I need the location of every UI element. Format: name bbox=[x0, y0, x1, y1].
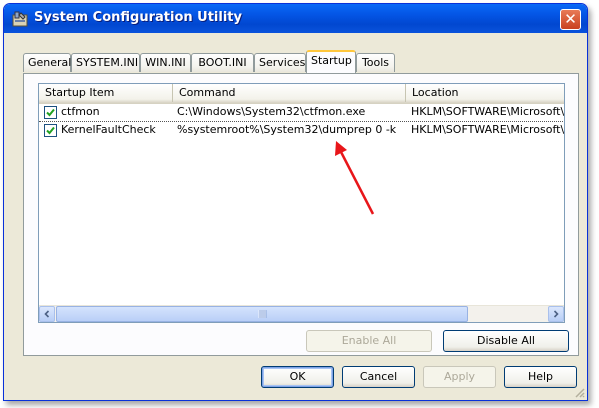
help-button[interactable]: Help bbox=[504, 366, 577, 388]
tab-services[interactable]: Services bbox=[254, 53, 306, 72]
tab-startup[interactable]: Startup bbox=[306, 50, 356, 73]
tab-system-ini[interactable]: SYSTEM.INI bbox=[71, 53, 140, 72]
title-bar[interactable]: System Configuration Utility ✕ bbox=[4, 4, 587, 33]
scroll-left-button[interactable] bbox=[39, 306, 55, 322]
window-title: System Configuration Utility bbox=[34, 10, 242, 25]
horizontal-scrollbar[interactable] bbox=[39, 305, 564, 322]
ok-button[interactable]: OK bbox=[261, 366, 334, 388]
scroll-right-button[interactable] bbox=[548, 306, 564, 322]
tab-tools[interactable]: Tools bbox=[356, 53, 395, 72]
tab-win-ini[interactable]: WIN.INI bbox=[140, 53, 191, 72]
arrow-left-icon bbox=[44, 310, 50, 318]
grip-icon bbox=[258, 310, 267, 318]
system-configuration-window: System Configuration Utility ✕ General S… bbox=[3, 3, 588, 401]
cancel-button[interactable]: Cancel bbox=[342, 366, 415, 388]
enable-all-button[interactable]: Enable All bbox=[306, 330, 432, 352]
resize-grip-icon[interactable] bbox=[573, 386, 585, 398]
disable-all-button[interactable]: Disable All bbox=[443, 330, 569, 352]
startup-tab-panel: Startup Item Command Location ctfmon C:\… bbox=[23, 73, 579, 356]
close-button[interactable]: ✕ bbox=[560, 9, 581, 30]
scroll-thumb[interactable] bbox=[56, 306, 468, 322]
red-annotation-arrow bbox=[335, 141, 375, 215]
startup-list[interactable]: Startup Item Command Location ctfmon C:\… bbox=[38, 83, 565, 323]
apply-button[interactable]: Apply bbox=[423, 366, 496, 388]
arrow-right-icon bbox=[553, 310, 559, 318]
tab-general[interactable]: General bbox=[23, 53, 71, 72]
tab-boot-ini[interactable]: BOOT.INI bbox=[191, 53, 254, 72]
close-icon: ✕ bbox=[564, 10, 577, 28]
app-icon bbox=[12, 11, 28, 27]
